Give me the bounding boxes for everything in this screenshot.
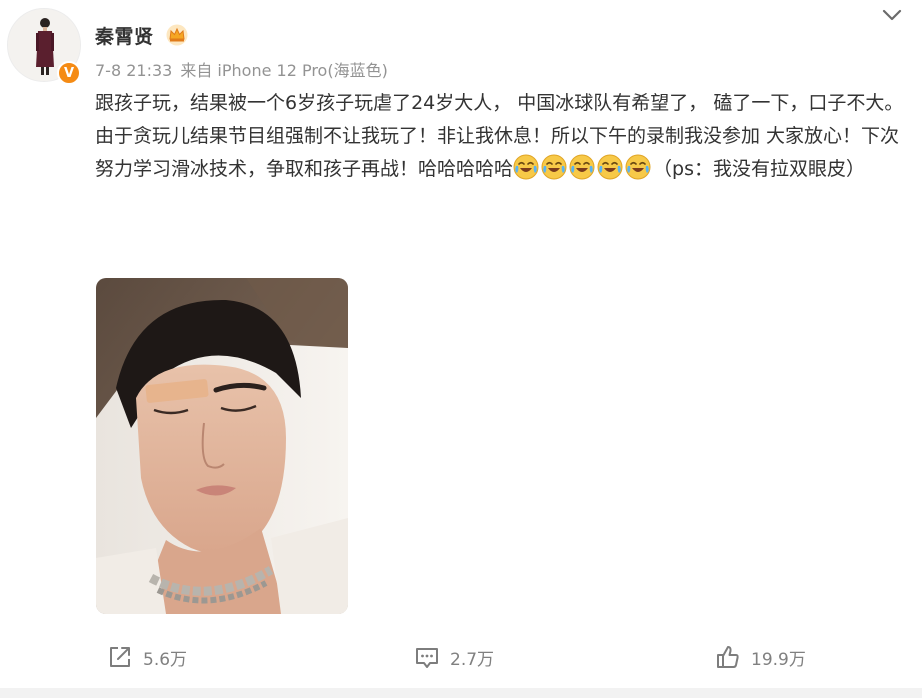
repost-count: 5.6万 [143,649,188,670]
crown-icon [166,24,188,46]
comment-count: 2.7万 [450,649,495,670]
chevron-down-icon[interactable] [880,6,904,24]
laugh-cry-emoji [541,154,567,180]
post-ps-text: （ps：我没有拉双眼皮） [653,158,865,180]
v-verified-icon: V [57,61,81,85]
comment-icon [416,648,438,668]
post-text: 跟孩子玩，结果被一个6岁孩子玩虐了24岁大人， 中国冰球队有希望了， 磕了一下，… [95,87,910,186]
laugh-cry-emoji [569,154,595,180]
card-bottom-divider [0,688,922,698]
post-paragraph-1: 跟孩子玩，结果被一个6岁孩子玩虐了24岁大人， 中国冰球队有希望了， 磕了一下，… [95,92,904,114]
post-meta: 7-8 21:33 来自 iPhone 12 Pro(海蓝色) [95,57,388,81]
post-source: 来自 iPhone 12 Pro(海蓝色) [180,61,388,80]
share-icon [110,647,130,667]
laugh-cry-emoji [625,154,651,180]
like-count: 19.9万 [751,649,806,670]
post-date[interactable]: 7-8 21:33 [95,61,172,80]
weibo-post-card: V 秦霄贤 7-8 21:33 来自 iPhone 12 Pro(海蓝色) 跟孩子… [0,0,922,698]
post-image[interactable] [96,278,348,614]
author-name[interactable]: 秦霄贤 [95,22,154,49]
emoji-row [513,154,653,180]
laugh-cry-emoji [513,154,539,180]
comment-button[interactable]: 2.7万 [414,642,494,672]
post-paragraph-2: 由于贪玩儿结果节目组强制不让我玩了！非让我休息！所以下午的录制我没参加 大家放心… [95,120,910,186]
laugh-cry-emoji [597,154,623,180]
thumbs-up-icon [717,646,739,668]
like-button[interactable]: 19.9万 [715,642,806,672]
repost-button[interactable]: 5.6万 [107,642,187,672]
